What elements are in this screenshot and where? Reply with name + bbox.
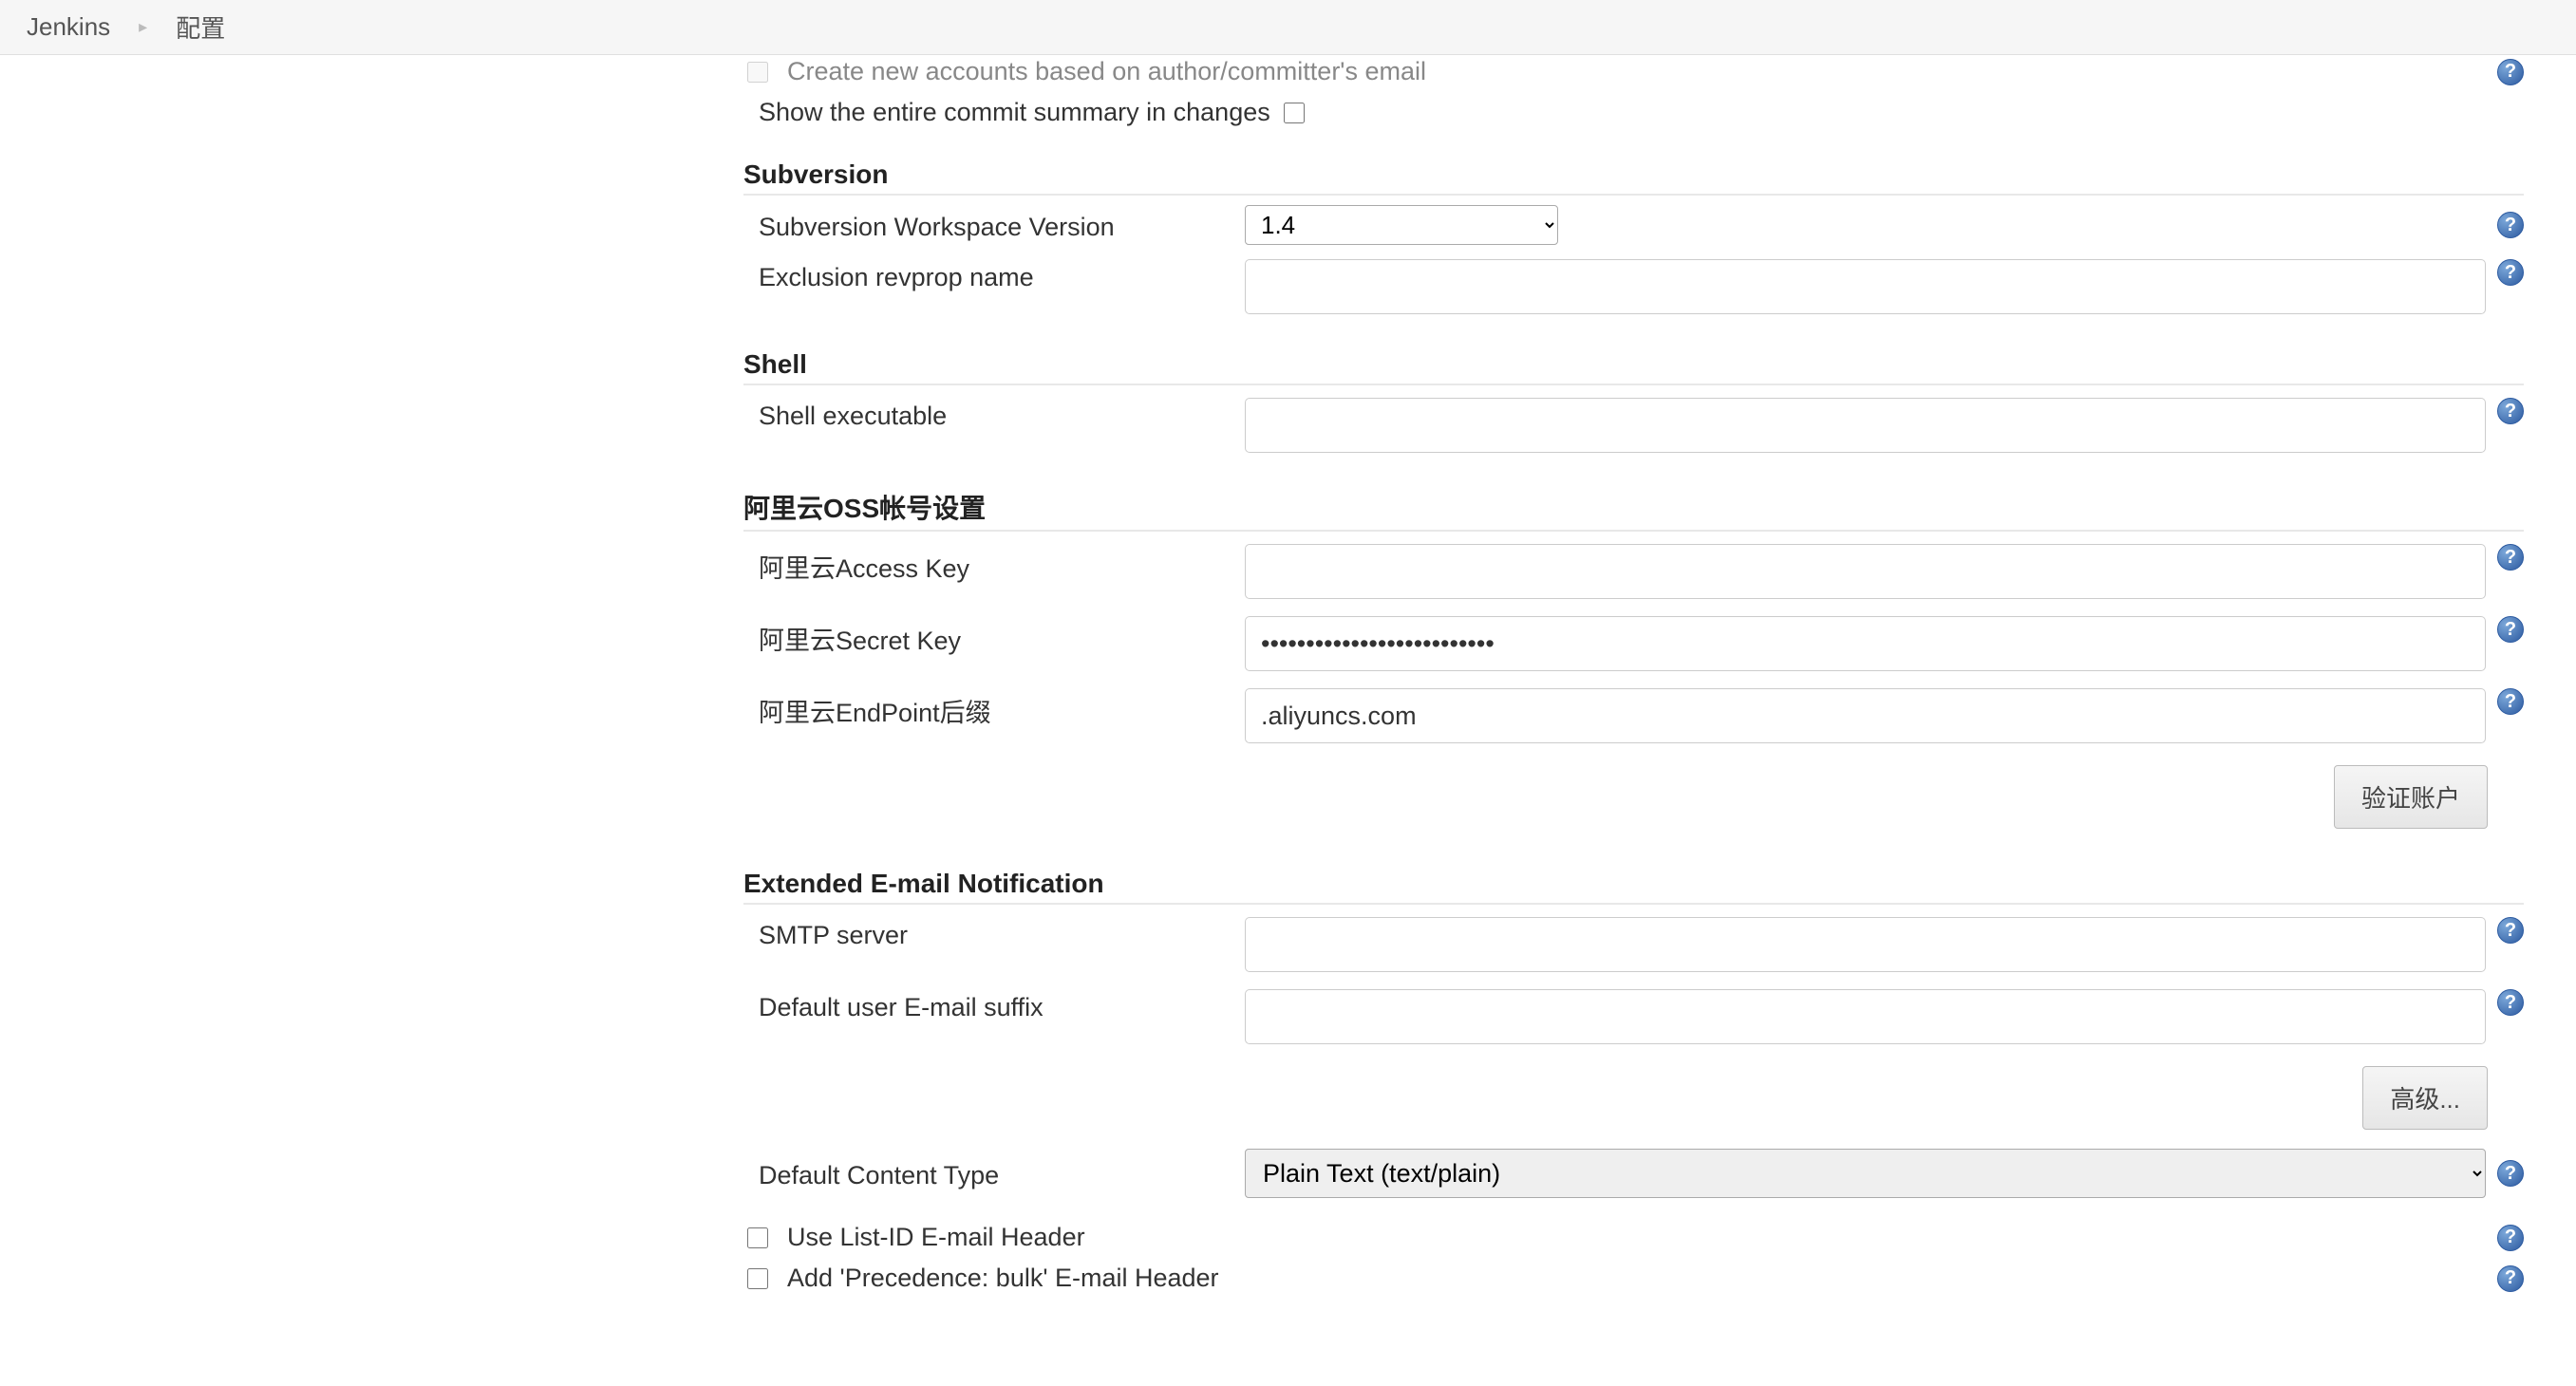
config-form: Create new accounts based on author/comm… — [743, 51, 2524, 1299]
svn-exclusion-row: Exclusion revprop name ? — [743, 251, 2524, 323]
show-commit-summary-row: Show the entire commit summary in change… — [743, 92, 2524, 133]
help-icon[interactable]: ? — [2497, 259, 2524, 286]
use-listid-row: Use List-ID E-mail Header ? — [743, 1217, 2524, 1258]
svn-exclusion-label: Exclusion revprop name — [743, 259, 1245, 292]
use-listid-label: Use List-ID E-mail Header — [781, 1223, 1085, 1252]
shell-exec-row: Shell executable ? — [743, 389, 2524, 461]
content-type-label: Default Content Type — [743, 1157, 1245, 1190]
add-precedence-label: Add 'Precedence: bulk' E-mail Header — [781, 1264, 1219, 1293]
content-type-row: Default Content Type Plain Text (text/pl… — [743, 1143, 2524, 1204]
help-icon[interactable]: ? — [2497, 59, 2524, 85]
aliyun-secretkey-row: 阿里云Secret Key ? — [743, 608, 2524, 680]
chevron-right-icon: ▸ — [139, 17, 147, 37]
help-icon[interactable]: ? — [2497, 1265, 2524, 1292]
aliyun-endpoint-row: 阿里云EndPoint后缀 ? — [743, 680, 2524, 752]
section-aliyun: 阿里云OSS帐号设置 — [743, 488, 2524, 532]
verify-account-button[interactable]: 验证账户 — [2334, 765, 2488, 829]
smtp-label: SMTP server — [743, 917, 1245, 950]
svn-workspace-label: Subversion Workspace Version — [743, 209, 1245, 242]
use-listid-checkbox[interactable] — [747, 1227, 768, 1248]
aliyun-verify-row: 验证账户 — [743, 752, 2524, 842]
main-content: Create new accounts based on author/comm… — [0, 51, 2576, 1337]
aliyun-secretkey-label: 阿里云Secret Key — [743, 616, 1245, 657]
add-precedence-checkbox[interactable] — [747, 1268, 768, 1289]
section-email: Extended E-mail Notification — [743, 869, 2524, 905]
help-icon[interactable]: ? — [2497, 1225, 2524, 1251]
svn-exclusion-input[interactable] — [1245, 259, 2486, 314]
create-accounts-checkbox[interactable] — [747, 62, 768, 83]
help-icon[interactable]: ? — [2497, 1160, 2524, 1187]
breadcrumb: Jenkins ▸ 配置 — [0, 0, 2576, 55]
help-icon[interactable]: ? — [2497, 616, 2524, 643]
smtp-row: SMTP server ? — [743, 908, 2524, 981]
aliyun-accesskey-label: 阿里云Access Key — [743, 544, 1245, 585]
create-accounts-row: Create new accounts based on author/comm… — [743, 51, 2524, 92]
shell-exec-label: Shell executable — [743, 398, 1245, 431]
svn-workspace-select[interactable]: 1.4 — [1245, 205, 1558, 245]
help-icon[interactable]: ? — [2497, 212, 2524, 238]
email-suffix-label: Default user E-mail suffix — [743, 989, 1245, 1022]
breadcrumb-config-link[interactable]: 配置 — [176, 9, 225, 45]
help-icon[interactable]: ? — [2497, 688, 2524, 715]
aliyun-accesskey-row: 阿里云Access Key ? — [743, 535, 2524, 608]
create-accounts-label: Create new accounts based on author/comm… — [781, 57, 1426, 86]
help-icon[interactable]: ? — [2497, 917, 2524, 944]
help-icon[interactable]: ? — [2497, 989, 2524, 1016]
smtp-input[interactable] — [1245, 917, 2486, 972]
breadcrumb-jenkins-link[interactable]: Jenkins — [27, 12, 110, 42]
help-icon[interactable]: ? — [2497, 544, 2524, 571]
aliyun-accesskey-input[interactable] — [1245, 544, 2486, 599]
shell-exec-input[interactable] — [1245, 398, 2486, 453]
add-precedence-row: Add 'Precedence: bulk' E-mail Header ? — [743, 1258, 2524, 1299]
aliyun-endpoint-label: 阿里云EndPoint后缀 — [743, 688, 1245, 729]
help-icon[interactable]: ? — [2497, 398, 2524, 424]
show-commit-summary-checkbox[interactable] — [1284, 103, 1305, 123]
email-advanced-row: 高级... — [743, 1053, 2524, 1143]
section-subversion: Subversion — [743, 159, 2524, 196]
show-commit-summary-label: Show the entire commit summary in change… — [759, 98, 1270, 127]
email-suffix-row: Default user E-mail suffix ? — [743, 981, 2524, 1053]
content-type-select[interactable]: Plain Text (text/plain) — [1245, 1149, 2486, 1198]
advanced-button[interactable]: 高级... — [2362, 1066, 2488, 1130]
section-shell: Shell — [743, 349, 2524, 385]
aliyun-secretkey-input[interactable] — [1245, 616, 2486, 671]
aliyun-endpoint-input[interactable] — [1245, 688, 2486, 743]
email-suffix-input[interactable] — [1245, 989, 2486, 1044]
svn-workspace-row: Subversion Workspace Version 1.4 ? — [743, 199, 2524, 251]
